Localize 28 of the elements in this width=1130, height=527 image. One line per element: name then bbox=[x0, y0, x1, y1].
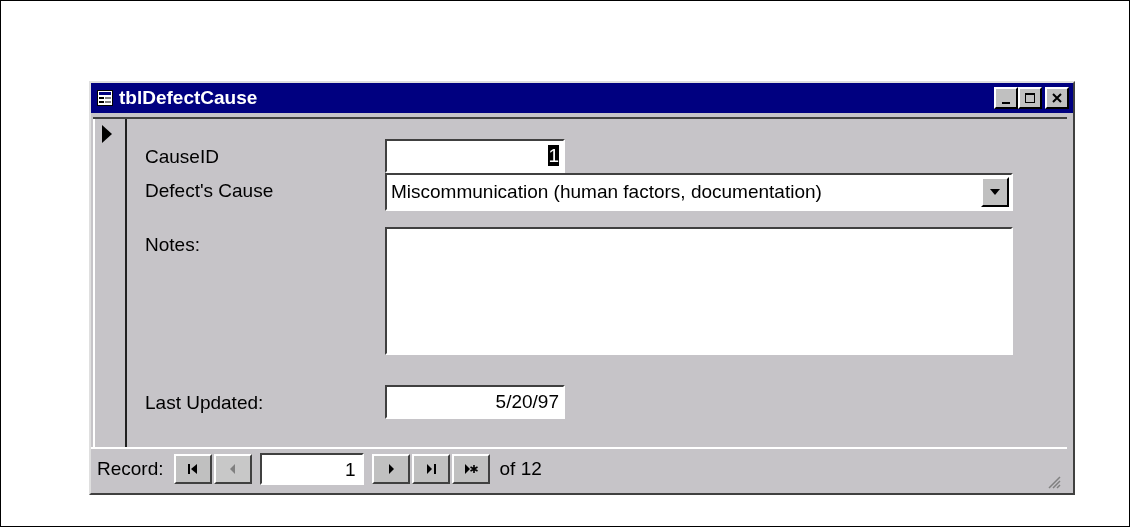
caret-icon bbox=[990, 189, 1000, 195]
first-record-icon bbox=[185, 462, 200, 476]
minimize-icon bbox=[1002, 102, 1010, 104]
field-label: Last Updated: bbox=[145, 391, 265, 414]
record-label: Record: bbox=[97, 458, 164, 480]
last-record-button[interactable] bbox=[411, 454, 450, 484]
field-label: CauseID bbox=[145, 145, 220, 168]
dropdown-field[interactable]: Miscommunication (human factors, documentation) bbox=[385, 173, 1013, 211]
input-field[interactable]: 1 bbox=[385, 139, 565, 173]
notes-field[interactable] bbox=[385, 227, 1013, 355]
maximize-icon bbox=[1023, 91, 1037, 105]
field-label: Defect's Cause bbox=[145, 179, 275, 202]
input-field[interactable]: 5/20/97 bbox=[385, 385, 565, 419]
minimize-button[interactable] bbox=[994, 87, 1018, 109]
next-record-button[interactable] bbox=[371, 454, 410, 484]
dropdown-button[interactable] bbox=[981, 177, 1009, 207]
maximize-button[interactable] bbox=[1018, 87, 1042, 109]
new-record-button[interactable] bbox=[451, 454, 490, 484]
record-number-field[interactable]: 1 bbox=[259, 453, 364, 485]
record-count: of 12 bbox=[499, 458, 542, 480]
close-icon bbox=[1050, 91, 1064, 105]
new-record-icon bbox=[463, 462, 478, 476]
record-selector[interactable] bbox=[93, 119, 127, 447]
window-title: tblDefectCause bbox=[119, 87, 259, 109]
close-button[interactable] bbox=[1045, 87, 1069, 109]
field-label: Notes: bbox=[145, 233, 201, 256]
form-icon bbox=[97, 90, 113, 106]
first-record-button[interactable] bbox=[173, 454, 212, 484]
